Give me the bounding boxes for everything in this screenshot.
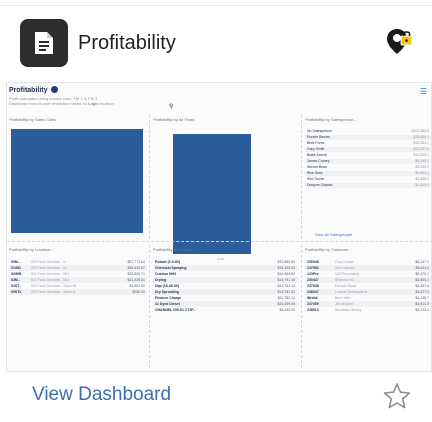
- pane-label-sales-class: Profitability by Sales Class: [9, 117, 57, 122]
- all-years-bar: [173, 134, 251, 254]
- star-outline-icon[interactable]: [382, 381, 412, 411]
- preview-subtitle: Profit calculated using invoice cost / F…: [9, 96, 114, 106]
- geo-lock-icon[interactable]: [384, 26, 414, 56]
- salesperson-row: Blake Arnold $10,523.1: [307, 153, 429, 157]
- pane-label-customer: Profitability by Customer...: [305, 247, 352, 252]
- product-row: CHANNEL 209-51 VT2P... $9,432.00: [155, 308, 295, 312]
- preview-title: Profitability: [9, 86, 58, 94]
- pane-label-salesperson: Profitability by Salesperson...: [305, 117, 357, 122]
- sales-class-bar: [11, 129, 143, 233]
- dashboard-icon: [20, 19, 68, 67]
- location-row: 05STk SSI Farm Services - Store IL $250.00: [9, 289, 147, 295]
- section-divider: [7, 241, 431, 242]
- dashboard-card-header: Profitability: [0, 10, 432, 78]
- pane-divider: [149, 245, 150, 371]
- salesperson-row: Ronnie Barnes $28,086.1: [305, 135, 431, 140]
- geo-pin-icon: ⚲: [169, 104, 174, 110]
- pane-divider: [301, 115, 302, 239]
- view-all-salespeople-link: View All Salespeople: [315, 232, 353, 237]
- pane-label-location: Profitability by Location...: [9, 247, 54, 252]
- pane-divider: [149, 115, 150, 239]
- salesperson-row: No Salesperson $202,982.5: [307, 129, 429, 133]
- top-divider: [0, 0, 432, 6]
- info-icon: [50, 86, 58, 93]
- pane-divider: [301, 245, 302, 371]
- customer-row: 238010 Armando Hersey $3,723.1: [307, 308, 429, 312]
- pane-label-all-years: Profitability by All Years: [153, 117, 195, 122]
- salesperson-row: Rick Sims $2,654.1: [305, 171, 431, 176]
- salesperson-row: Brett Fores $16,283.1: [307, 141, 429, 145]
- dashboard-preview-thumbnail[interactable]: Profitability Profit calculated using in…: [6, 82, 432, 372]
- salesperson-row: Red Turner $2,590.0: [307, 177, 429, 181]
- menu-icon: ☰: [419, 87, 427, 96]
- salesperson-row: Gary Smith $12,037.2: [305, 147, 431, 152]
- salesperson-row: Steven Bean $3,039.0: [307, 165, 429, 169]
- salesperson-row: Dwayne Clayton $1,303.1: [305, 183, 431, 188]
- view-dashboard-link[interactable]: View Dashboard: [32, 384, 171, 406]
- pane-label-product: Profitability by Product...: [153, 247, 197, 252]
- salesperson-row: James Craney $9,195.1: [305, 159, 431, 164]
- dashboard-title: Profitability: [78, 32, 176, 54]
